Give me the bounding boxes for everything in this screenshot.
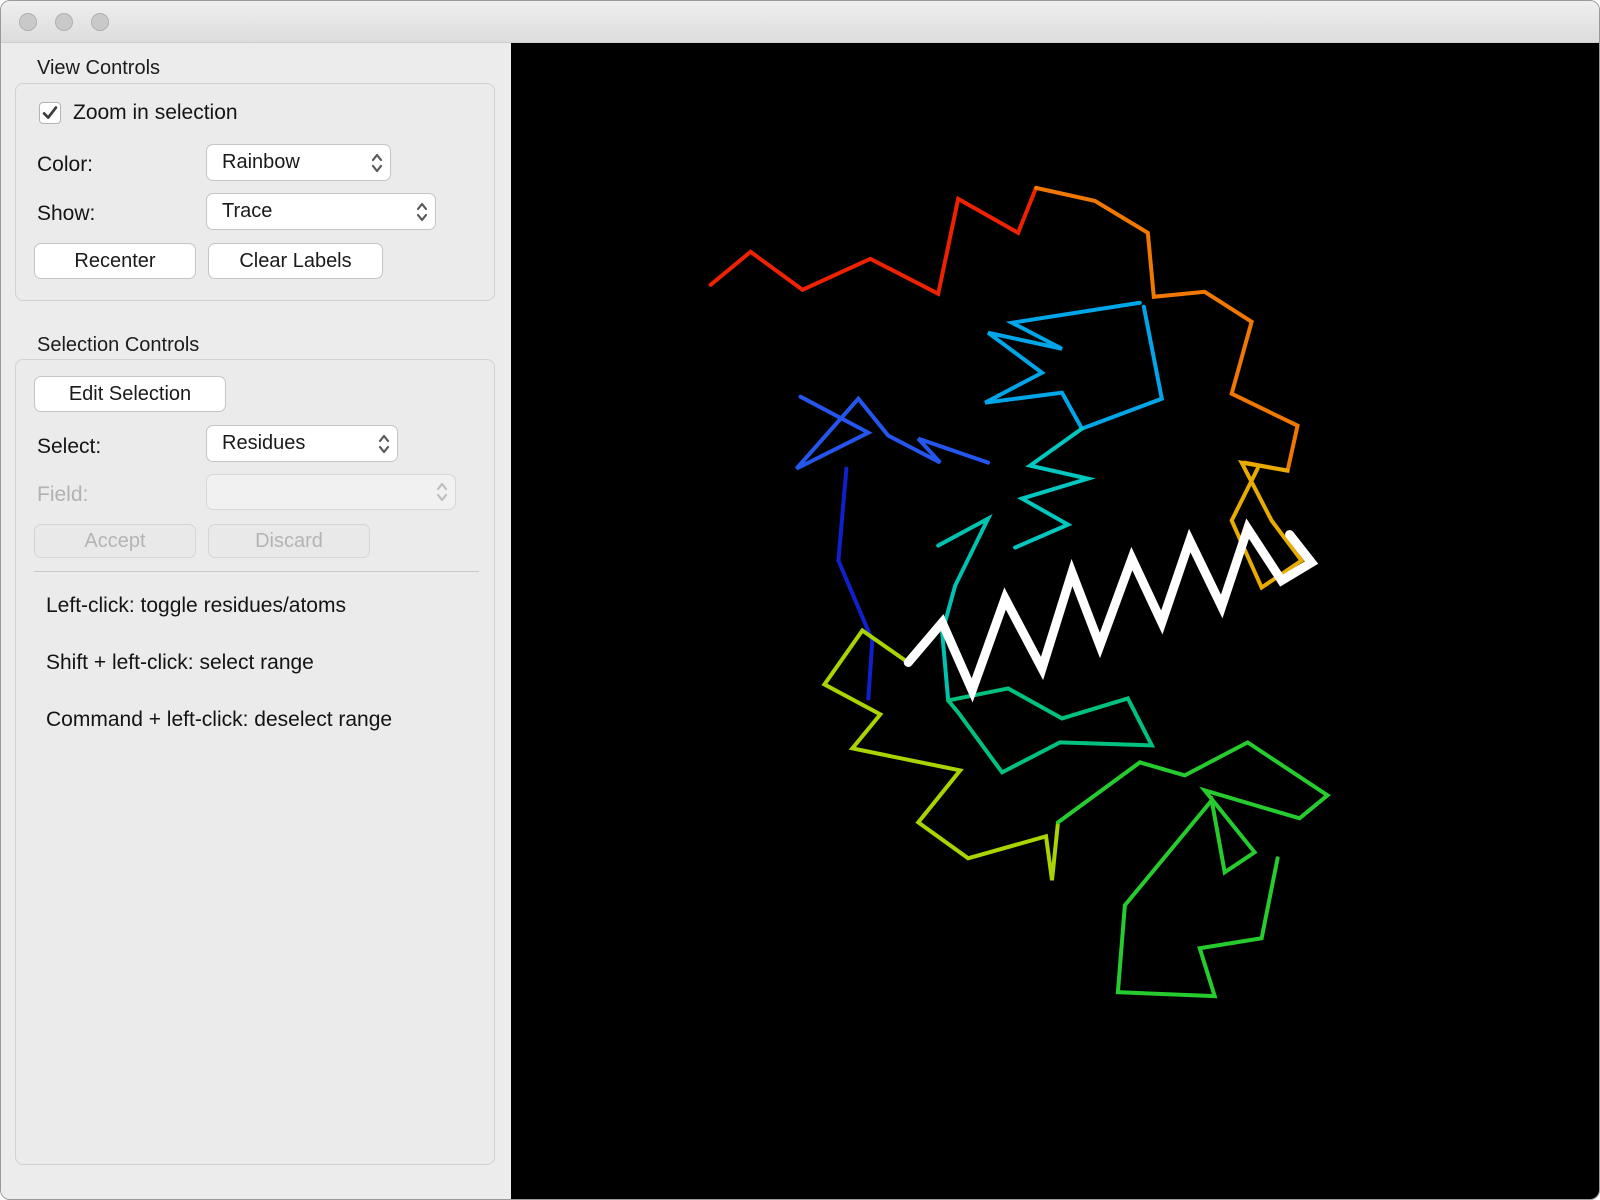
checkmark-icon <box>42 106 58 119</box>
select-label: Select: <box>37 435 102 458</box>
help-line-shift-click: Shift + left-click: select range <box>46 651 314 674</box>
minimize-button[interactable] <box>55 13 73 31</box>
trace-segment-teal-green-cross[interactable] <box>946 686 1156 775</box>
select-dropdown[interactable]: Residues <box>206 425 398 462</box>
help-line-left-click: Left-click: toggle residues/atoms <box>46 594 346 617</box>
edit-selection-button[interactable]: Edit Selection <box>34 376 226 412</box>
trace-segment-blue-knot[interactable] <box>794 394 991 471</box>
molecule-viewport[interactable] <box>511 43 1599 1199</box>
trace-segment-orange[interactable] <box>1034 185 1300 473</box>
chevron-up-down-icon <box>378 434 390 453</box>
view-controls-title: View Controls <box>37 57 161 79</box>
selection-controls-title: Selection Controls <box>37 334 200 356</box>
show-dropdown[interactable]: Trace <box>206 193 436 230</box>
show-label: Show: <box>37 202 96 225</box>
color-label: Color: <box>37 153 94 176</box>
accept-button: Accept <box>34 524 196 558</box>
trace-segment-gold[interactable] <box>1229 459 1305 591</box>
window-controls <box>19 13 109 31</box>
clear-labels-button[interactable]: Clear Labels <box>208 243 383 279</box>
recenter-button[interactable]: Recenter <box>34 243 196 279</box>
divider <box>34 571 479 572</box>
titlebar[interactable] <box>1 1 1599 43</box>
sidebar: View Controls Zoom in selection Color: R… <box>1 43 511 1199</box>
chevron-up-down-icon <box>371 153 383 172</box>
trace-segment-white-selection[interactable] <box>903 518 1319 703</box>
select-dropdown-value: Residues <box>222 432 306 454</box>
trace-segment-teal-mid[interactable] <box>1013 426 1096 550</box>
trace-segment-navy-descent[interactable] <box>836 466 875 701</box>
trace-segment-yellow-green[interactable] <box>821 627 1060 881</box>
zoom-window-button[interactable] <box>91 13 109 31</box>
trace-segment-green-nterm[interactable] <box>1055 740 1331 999</box>
trace-segment-red-cterm[interactable] <box>708 185 1039 297</box>
color-dropdown-value: Rainbow <box>222 151 300 173</box>
color-dropdown[interactable]: Rainbow <box>206 144 391 181</box>
close-button[interactable] <box>19 13 37 31</box>
field-label: Field: <box>37 483 89 506</box>
chevron-up-down-icon <box>436 482 448 502</box>
protein-trace-rendering <box>708 185 1331 999</box>
chevron-up-down-icon <box>416 202 428 221</box>
app-window: View Controls Zoom in selection Color: R… <box>0 0 1600 1200</box>
field-dropdown <box>206 474 456 510</box>
trace-segment-cyan-loop[interactable] <box>984 300 1165 432</box>
zoom-in-selection-label[interactable]: Zoom in selection <box>73 101 238 125</box>
discard-button: Discard <box>208 524 370 558</box>
help-line-command-click: Command + left-click: deselect range <box>46 708 393 731</box>
window-content: View Controls Zoom in selection Color: R… <box>1 43 1599 1199</box>
zoom-in-selection-checkbox[interactable] <box>39 102 61 124</box>
show-dropdown-value: Trace <box>222 200 273 222</box>
